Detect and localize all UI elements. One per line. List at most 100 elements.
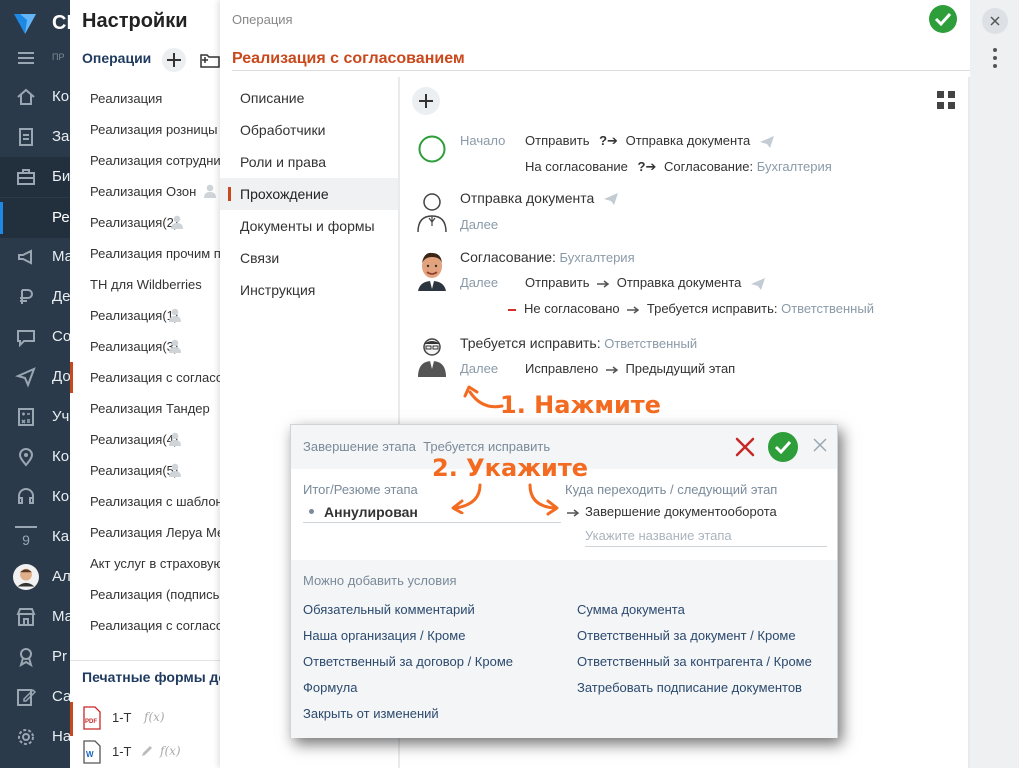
operation-item[interactable]: Реализация розницы xyxy=(70,114,229,145)
formula-icon[interactable]: f(x) xyxy=(144,710,165,724)
operation-item[interactable]: Реализация Леруа Ме xyxy=(70,517,229,548)
nav-item-3[interactable]: Би xyxy=(0,157,70,197)
more-menu-icon[interactable] xyxy=(993,48,997,72)
operation-item[interactable]: Акт услуг в страховую xyxy=(70,548,229,579)
chat-icon xyxy=(17,330,35,348)
tab-passage[interactable]: Прохождение xyxy=(220,178,398,210)
nav-item-5[interactable]: Де xyxy=(0,277,70,317)
nav-item-7[interactable]: До xyxy=(0,357,70,397)
operation-item[interactable]: Реализация(1) xyxy=(70,300,229,331)
operation-item[interactable]: Реализация (подпись xyxy=(70,579,229,610)
add-folder-icon[interactable] xyxy=(200,52,220,68)
right-toolbar xyxy=(970,0,1019,768)
stage-name: Отправка документа xyxy=(460,190,619,206)
transition-row[interactable]: Отправить ?➔ Отправка документа xyxy=(525,133,774,149)
result-label: Итог/Резюме этапа xyxy=(303,482,418,497)
nav-item-16[interactable]: На xyxy=(0,717,70,757)
nav-item-6[interactable]: Со xyxy=(0,317,70,357)
operation-item[interactable]: Реализация с шаблон xyxy=(70,486,229,517)
add-stage-button[interactable] xyxy=(412,87,440,115)
person-outline-avatar xyxy=(417,193,447,232)
condition-link[interactable]: Наша организация / Кроме xyxy=(303,628,465,643)
confirm-ok-button[interactable] xyxy=(768,432,798,462)
menu-icon[interactable] xyxy=(18,52,34,67)
pencil-icon[interactable] xyxy=(140,744,154,758)
next-link[interactable]: Далее xyxy=(460,361,498,376)
next-stage-label: Куда переходить / следующий этап xyxy=(565,482,778,497)
print-forms-heading: Печатные формы док xyxy=(82,669,230,685)
close-dialog-button[interactable] xyxy=(813,438,827,452)
save-ok-button[interactable] xyxy=(929,5,957,33)
next-stage-value[interactable]: Завершение документооборота xyxy=(567,504,777,519)
operation-item[interactable]: Реализация(2) xyxy=(70,207,229,238)
operation-item[interactable]: Реализация с согласо xyxy=(70,362,229,393)
nav-item-15[interactable]: Са xyxy=(0,677,70,717)
tab-roles[interactable]: Роли и права xyxy=(220,146,398,178)
transition-row[interactable]: Отправить Отправка документа xyxy=(525,275,766,290)
add-operation-button[interactable] xyxy=(162,48,186,72)
logo-icon[interactable] xyxy=(10,8,40,38)
money-icon xyxy=(20,289,33,304)
reject-x-button[interactable] xyxy=(735,437,755,457)
nav-item-8[interactable]: Уч xyxy=(0,397,70,437)
nav-item-11[interactable]: 9 Ка xyxy=(0,517,70,557)
operation-item[interactable]: Реализация с согласо xyxy=(70,610,229,641)
nav-item-4[interactable]: Ма xyxy=(0,237,70,277)
next-link[interactable]: Далее xyxy=(460,275,498,290)
operation-item[interactable]: Реализация Озон xyxy=(70,176,229,207)
user-restricted-icon xyxy=(169,432,181,446)
send-plane-icon xyxy=(751,277,766,290)
operation-item[interactable]: Реализация(3) xyxy=(70,331,229,362)
tab-handlers[interactable]: Обработчики xyxy=(220,114,398,146)
operation-tabs: Описание Обработчики Роли и права Прохож… xyxy=(220,82,398,306)
tab-description[interactable]: Описание xyxy=(220,82,398,114)
grid-view-icon[interactable] xyxy=(936,90,956,110)
operation-item[interactable]: Реализация Тандер xyxy=(70,393,229,424)
svg-text:PDF: PDF xyxy=(85,719,97,725)
next-stage-input[interactable]: Укажите название этапа xyxy=(585,525,827,547)
nav-item-12[interactable]: Ал xyxy=(0,557,70,597)
condition-link[interactable]: Затребовать подписание документов xyxy=(577,680,802,695)
headset-icon xyxy=(18,488,34,504)
calendar-icon: 9 xyxy=(15,526,37,548)
tab-links[interactable]: Связи xyxy=(220,242,398,274)
close-panel-button[interactable] xyxy=(982,8,1008,34)
transition-row[interactable]: Исправлено Предыдущий этап xyxy=(525,361,735,376)
annotation-step-2: 2. Укажите xyxy=(432,454,589,482)
nav-item-13[interactable]: Ма xyxy=(0,597,70,637)
tab-documents[interactable]: Документы и формы xyxy=(220,210,398,242)
operation-item[interactable]: Реализация сотрудни xyxy=(70,145,229,176)
condition-link[interactable]: Закрыть от изменений xyxy=(303,706,439,721)
brand-label: СБ xyxy=(52,12,70,34)
tab-instruction[interactable]: Инструкция xyxy=(220,274,398,306)
print-form-item[interactable]: PDF 1-Т f(x) xyxy=(70,702,229,736)
operation-item[interactable]: Реализация(5) xyxy=(70,455,229,486)
operation-item[interactable]: Реализация xyxy=(70,83,229,114)
transition-row[interactable]: Не согласовано Требуется исправить: Отве… xyxy=(508,301,874,316)
condition-link[interactable]: Ответственный за документ / Кроме xyxy=(577,628,796,643)
next-link[interactable]: Далее xyxy=(460,217,498,232)
nav-item-9[interactable]: Ко xyxy=(0,437,70,477)
nav-item-1[interactable]: Ко xyxy=(0,77,70,117)
operation-item[interactable]: ТН для Wildberries xyxy=(70,269,229,300)
formula-icon[interactable]: f(x) xyxy=(160,744,181,758)
condition-link[interactable]: Сумма документа xyxy=(577,602,685,617)
transition-row[interactable]: На согласование ?➔ Согласование: Бухгалт… xyxy=(525,159,832,175)
condition-link[interactable]: Ответственный за договор / Кроме xyxy=(303,654,513,669)
condition-link[interactable]: Ответственный за контрагента / Кроме xyxy=(577,654,812,669)
settings-title: Настройки xyxy=(82,10,188,32)
nav-subitem-active[interactable]: Ре xyxy=(0,198,70,238)
condition-link[interactable]: Обязательный комментарий xyxy=(303,602,475,617)
result-field[interactable]: Аннулирован xyxy=(303,501,561,523)
operations-list: Реализация Реализация розницы Реализация с… xyxy=(70,83,229,641)
condition-link[interactable]: Формула xyxy=(303,680,357,695)
dialog-title: Завершение этапа Требуется исправить xyxy=(303,439,551,454)
nav-item-10[interactable]: Ко xyxy=(0,477,70,517)
print-form-item[interactable]: W 1-Т f(x) xyxy=(82,740,229,766)
operation-item[interactable]: Реализация прочим п xyxy=(70,238,229,269)
nav-item-2[interactable]: За xyxy=(0,117,70,157)
annotation-step-1: 1. Нажмите xyxy=(500,391,661,419)
nav-item-14[interactable]: Pr xyxy=(0,637,70,677)
operation-item[interactable]: Реализация(4) xyxy=(70,424,229,455)
reject-mark-icon xyxy=(508,308,516,311)
